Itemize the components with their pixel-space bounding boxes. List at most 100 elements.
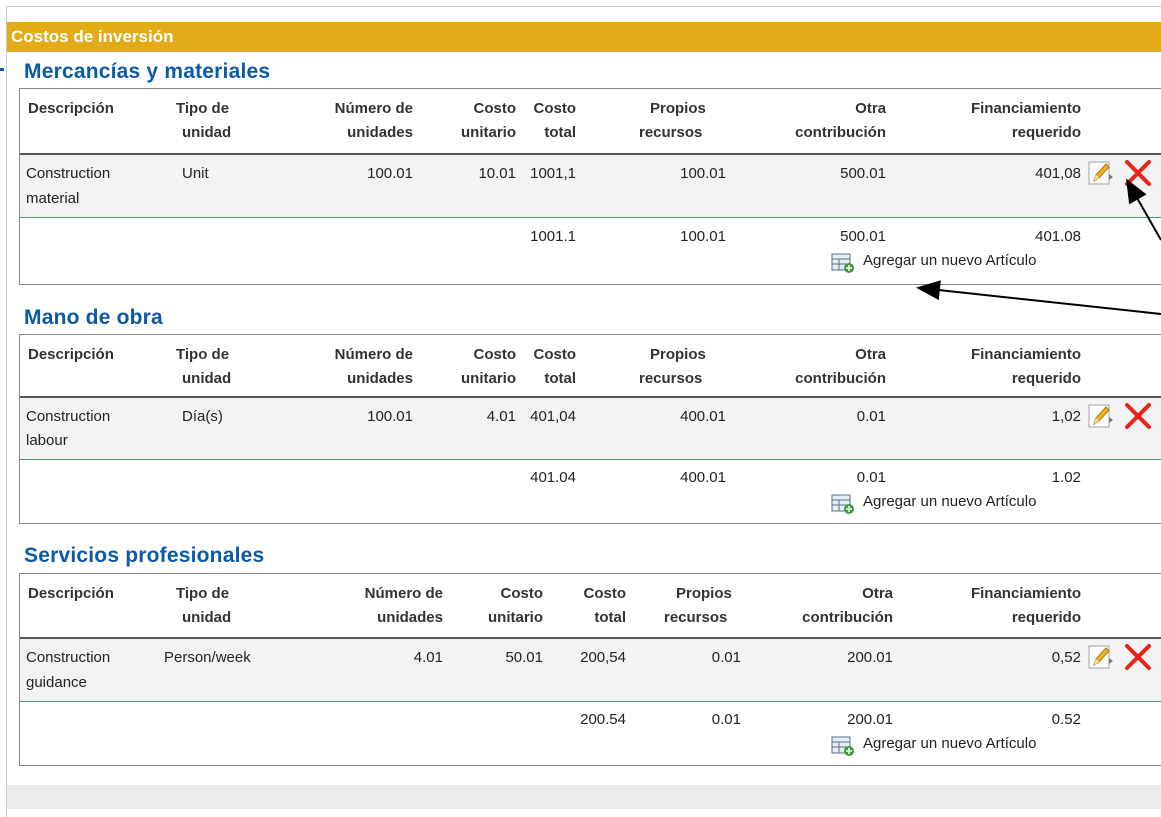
col-header-total-cost: Costo bbox=[583, 585, 627, 602]
add-row-table-icon bbox=[831, 494, 854, 514]
row-financing: 1,02 bbox=[1051, 408, 1081, 425]
total-own-resources: 0.01 bbox=[711, 711, 741, 728]
total-own-resources: 400.01 bbox=[680, 469, 726, 486]
row-total-cost: 401,04 bbox=[530, 408, 576, 425]
col-header-unit-type: Tipo de bbox=[176, 585, 230, 602]
col-header-other-contribution: Otra bbox=[855, 346, 886, 363]
col-header-unit-type-2: unidad bbox=[182, 370, 232, 387]
col-header-total-cost-2: total bbox=[594, 609, 626, 626]
total-own-resources: 100.01 bbox=[680, 228, 726, 245]
col-header-unit-cost: Costo bbox=[473, 100, 517, 117]
row-num-units: 100.01 bbox=[367, 165, 413, 182]
row-other-contribution: 500.01 bbox=[840, 165, 886, 182]
col-header-description: Descripción bbox=[28, 346, 114, 363]
col-header-own-resources: Propios bbox=[650, 100, 706, 117]
row-own-resources: 0.01 bbox=[711, 649, 741, 666]
row-other-contribution: 200.01 bbox=[847, 649, 893, 666]
row-unit-type: Día(s) bbox=[182, 408, 223, 425]
row-unit-type: Person/week bbox=[164, 649, 251, 666]
row-total-cost: 1001,1 bbox=[530, 165, 576, 182]
row-unit-cost: 4.01 bbox=[486, 408, 516, 425]
row-financing: 401,08 bbox=[1035, 165, 1081, 182]
col-header-other-contribution-2: contribución bbox=[795, 370, 886, 387]
col-header-description: Descripción bbox=[28, 100, 114, 117]
add-row-table-icon bbox=[831, 736, 854, 756]
col-header-unit-cost: Costo bbox=[473, 346, 517, 363]
col-header-unit-type: Tipo de bbox=[176, 100, 230, 117]
col-header-own-resources-2: recursos bbox=[639, 370, 703, 387]
row-divider bbox=[20, 701, 1161, 702]
row-num-units: 4.01 bbox=[413, 649, 443, 666]
col-header-financing-2: requerido bbox=[1011, 370, 1081, 387]
total-financing: 1.02 bbox=[1051, 469, 1081, 486]
col-header-own-resources-2: recursos bbox=[664, 609, 728, 626]
col-header-other-contribution-2: contribución bbox=[802, 609, 893, 626]
col-header-other-contribution: Otra bbox=[855, 100, 886, 117]
col-header-num-units: Número de bbox=[334, 100, 413, 117]
col-header-description: Descripción bbox=[28, 585, 114, 602]
row-own-resources: 100.01 bbox=[680, 165, 726, 182]
row-unit-cost: 10.01 bbox=[478, 165, 516, 182]
pencil-edit-icon[interactable] bbox=[1088, 161, 1114, 185]
col-header-num-units-2: unidades bbox=[347, 370, 413, 387]
red-x-delete-icon[interactable] bbox=[1123, 402, 1153, 430]
total-other-contribution: 500.01 bbox=[840, 228, 886, 245]
add-item-label: Agregar un nuevo Artículo bbox=[863, 493, 1037, 510]
row-description-2: guidance bbox=[26, 674, 87, 691]
row-divider bbox=[20, 459, 1161, 460]
row-financing: 0,52 bbox=[1051, 649, 1081, 666]
col-header-other-contribution: Otra bbox=[862, 585, 893, 602]
total-financing: 401.08 bbox=[1035, 228, 1081, 245]
col-header-unit-cost-2: unitario bbox=[488, 609, 543, 626]
col-header-other-contribution-2: contribución bbox=[795, 124, 886, 141]
footer-bar bbox=[7, 785, 1161, 809]
col-header-financing: Financiamiento bbox=[970, 100, 1081, 117]
col-header-own-resources-2: recursos bbox=[639, 124, 703, 141]
col-header-financing: Financiamiento bbox=[970, 585, 1081, 602]
add-row-table-icon bbox=[831, 253, 854, 273]
row-divider bbox=[20, 217, 1161, 218]
col-header-num-units-2: unidades bbox=[377, 609, 443, 626]
row-own-resources: 400.01 bbox=[680, 408, 726, 425]
red-x-delete-icon[interactable] bbox=[1123, 159, 1153, 187]
labour-table: Descripción Tipo de unidad Número de uni… bbox=[19, 334, 1161, 524]
left-edge-mark bbox=[0, 68, 4, 71]
red-x-delete-icon[interactable] bbox=[1123, 643, 1153, 671]
professional-services-table: Descripción Tipo de unidad Número de uni… bbox=[19, 573, 1161, 766]
row-description: Construction bbox=[26, 649, 111, 666]
row-total-cost: 200,54 bbox=[580, 649, 626, 666]
row-other-contribution: 0.01 bbox=[856, 408, 886, 425]
col-header-num-units: Número de bbox=[334, 346, 413, 363]
row-description-2: labour bbox=[26, 432, 68, 449]
col-header-financing: Financiamiento bbox=[970, 346, 1081, 363]
col-header-unit-cost-2: unitario bbox=[461, 370, 516, 387]
col-header-num-units: Número de bbox=[364, 585, 443, 602]
investment-costs-header: Costos de inversión bbox=[7, 22, 1161, 52]
row-unit-type: Unit bbox=[182, 165, 209, 182]
section-title-professional-services: Servicios profesionales bbox=[24, 544, 265, 567]
col-header-total-cost-2: total bbox=[544, 370, 576, 387]
add-item-label: Agregar un nuevo Artículo bbox=[863, 735, 1037, 752]
merchandise-table: Descripción Tipo de unidad Número de uni… bbox=[19, 88, 1161, 285]
col-header-unit-type-2: unidad bbox=[182, 124, 232, 141]
pencil-edit-icon[interactable] bbox=[1088, 645, 1114, 669]
row-num-units: 100.01 bbox=[367, 408, 413, 425]
col-header-financing-2: requerido bbox=[1011, 609, 1081, 626]
col-header-num-units-2: unidades bbox=[347, 124, 413, 141]
total-other-contribution: 200.01 bbox=[847, 711, 893, 728]
row-description: Construction bbox=[26, 408, 111, 425]
col-header-own-resources: Propios bbox=[676, 585, 732, 602]
add-item-label: Agregar un nuevo Artículo bbox=[863, 252, 1037, 269]
row-description: Construction bbox=[26, 165, 111, 182]
row-unit-cost: 50.01 bbox=[505, 649, 543, 666]
col-header-unit-type-2: unidad bbox=[182, 609, 232, 626]
section-title-labour: Mano de obra bbox=[24, 306, 163, 329]
row-description-2: material bbox=[26, 190, 80, 207]
col-header-unit-type: Tipo de bbox=[176, 346, 230, 363]
total-other-contribution: 0.01 bbox=[856, 469, 886, 486]
col-header-own-resources: Propios bbox=[650, 346, 706, 363]
section-title-merchandise: Mercancías y materiales bbox=[24, 60, 271, 83]
pencil-edit-icon[interactable] bbox=[1088, 404, 1114, 428]
col-header-total-cost-2: total bbox=[544, 124, 576, 141]
total-total-cost: 1001.1 bbox=[530, 228, 576, 245]
